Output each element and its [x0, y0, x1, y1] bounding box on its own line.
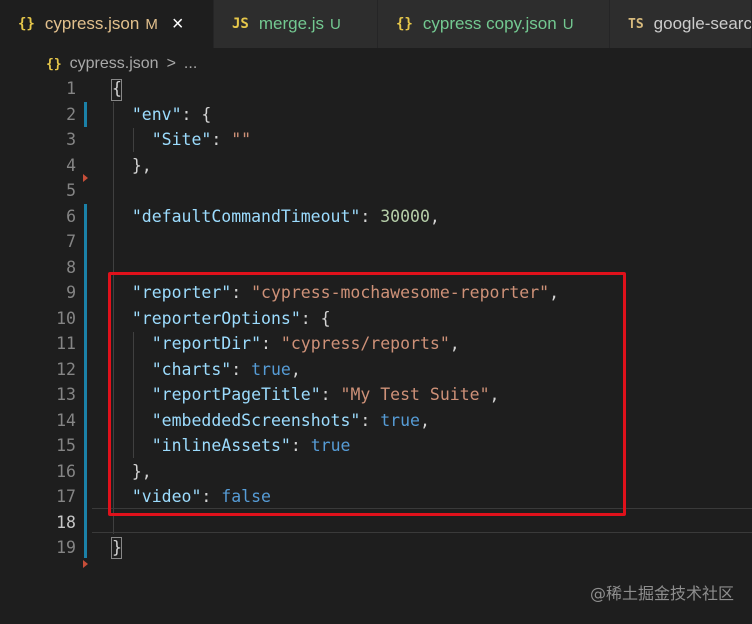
tab-cypress-json[interactable]: {} cypress.json M ×	[0, 0, 214, 48]
breadcrumb-file[interactable]: cypress.json	[70, 55, 159, 73]
breadcrumb: {} cypress.json > ...	[46, 52, 197, 76]
line-number: 3	[66, 130, 76, 149]
code-line[interactable]: 5	[0, 178, 752, 204]
line-code: },	[112, 153, 152, 179]
tab-bar: {} cypress.json M × JS merge.js U {} cyp…	[0, 0, 752, 48]
code-token: },	[112, 155, 152, 175]
breadcrumb-more[interactable]: ...	[184, 55, 197, 73]
code-line[interactable]: 6 "defaultCommandTimeout": 30000,	[0, 204, 752, 230]
code-token: : {	[181, 104, 212, 124]
line-number: 12	[56, 359, 76, 379]
code-token: "defaultCommandTimeout"	[131, 206, 361, 226]
line-number: 5	[66, 181, 76, 200]
json-file-icon: {}	[18, 16, 35, 32]
close-icon[interactable]: ×	[172, 13, 184, 36]
line-number: 7	[66, 232, 76, 251]
line-number: 10	[56, 308, 76, 328]
code-token: ""	[231, 130, 252, 149]
line-number: 17	[56, 487, 76, 506]
javascript-file-icon: JS	[232, 16, 249, 32]
line-number: 16	[56, 461, 76, 481]
code-token: :	[211, 130, 232, 149]
code-token: "env"	[131, 104, 182, 124]
line-code: }	[112, 535, 122, 561]
watermark: @稀土掘金技术社区	[589, 584, 734, 603]
line-code: "env": {	[112, 102, 211, 128]
code-line[interactable]: 4 },	[0, 153, 752, 179]
line-number: 18	[56, 512, 76, 532]
tab-label: cypress copy.json	[422, 14, 557, 33]
code-line[interactable]: 3 "Site": ""	[0, 127, 752, 153]
tab-label: cypress.json	[44, 14, 140, 33]
code-editor[interactable]: 1{2 "env": {3 "Site": "" 4 }, 5 6 "defaultC…	[0, 76, 752, 624]
tab-label: google-searc	[653, 14, 752, 33]
untracked-badge: U	[562, 15, 574, 33]
code-token: ,	[429, 206, 440, 226]
line-number: 13	[56, 385, 76, 404]
annotation-box	[108, 272, 626, 516]
line-number: 14	[56, 410, 76, 430]
line-number: 1	[66, 79, 76, 98]
line-code: {	[112, 76, 122, 102]
tab-merge-js[interactable]: JS merge.js U	[214, 0, 378, 48]
line-code: "defaultCommandTimeout": 30000,	[112, 204, 440, 230]
code-token: }	[112, 538, 122, 557]
code-line[interactable]: 1{	[0, 76, 752, 102]
code-line[interactable]: 7	[0, 229, 752, 255]
json-file-icon: {}	[396, 16, 413, 32]
line-number: 2	[66, 104, 76, 124]
line-number: 9	[66, 283, 76, 302]
line-code: "Site": ""	[112, 127, 251, 153]
line-number: 11	[56, 334, 76, 353]
modified-badge: M	[145, 15, 158, 33]
line-number: 6	[66, 206, 76, 226]
tab-label: merge.js	[258, 14, 325, 33]
code-token: 30000	[380, 206, 430, 226]
typescript-file-icon: TS	[628, 16, 644, 32]
code-token: {	[112, 79, 122, 98]
line-number: 4	[66, 155, 76, 175]
code-line[interactable]: 19}	[0, 535, 752, 561]
gutter-deleted-marker	[83, 560, 88, 568]
json-file-icon: {}	[46, 56, 62, 72]
untracked-badge: U	[330, 15, 341, 33]
code-token: "Site"	[151, 130, 212, 149]
code-line[interactable]: 2 "env": {	[0, 102, 752, 128]
line-number: 15	[56, 436, 76, 455]
line-number: 8	[66, 257, 76, 277]
line-number: 19	[56, 538, 76, 557]
tab-google-search[interactable]: TS google-searc	[610, 0, 752, 48]
chevron-right-icon: >	[166, 55, 176, 72]
code-token: :	[360, 206, 381, 226]
tab-cypress-copy-json[interactable]: {} cypress copy.json U	[378, 0, 610, 48]
